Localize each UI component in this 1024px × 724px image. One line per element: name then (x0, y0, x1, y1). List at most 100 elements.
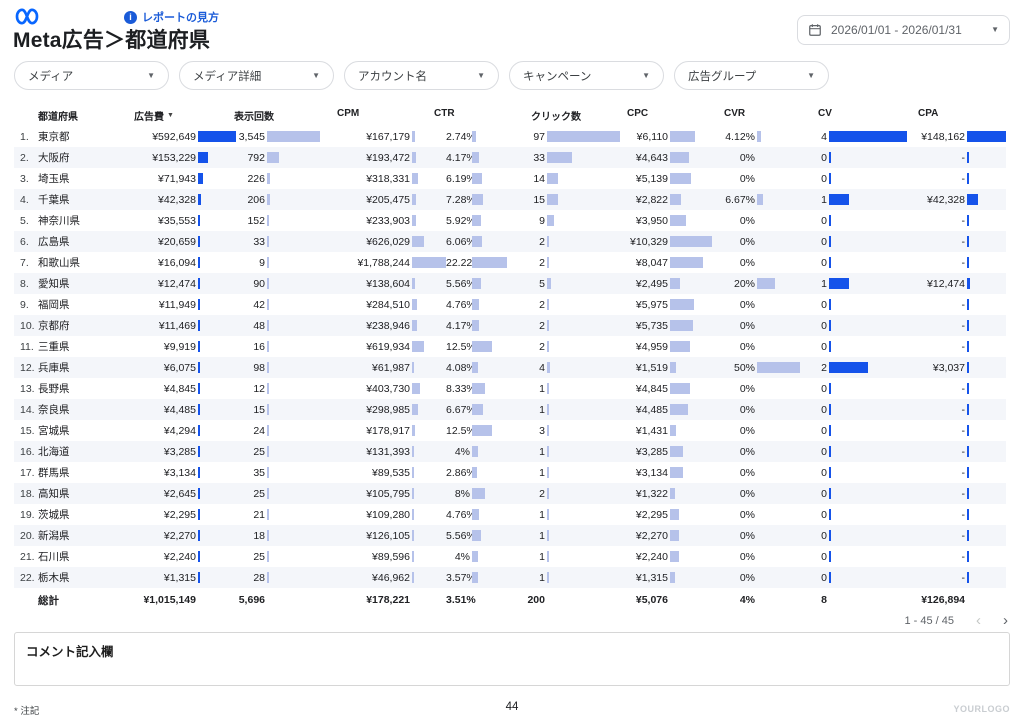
help-link-label: レポートの見方 (142, 9, 219, 25)
bar-zone (196, 546, 236, 567)
bar-zone (827, 504, 907, 525)
cell-cv: 8 (800, 590, 907, 611)
bar-zone (668, 567, 712, 588)
cell-value: 0 (800, 152, 827, 164)
table-row: 4.千葉県¥42,328206¥205,4757.28%15¥2,8226.67… (14, 189, 1006, 210)
report-help-link[interactable]: i レポートの見方 (124, 9, 219, 25)
row-rank: 12. (14, 362, 38, 374)
chevron-left-icon[interactable]: ‹ (976, 613, 981, 628)
col-header-impr[interactable]: 表示回数 (234, 108, 274, 123)
cell-spend: ¥71,943 (126, 168, 236, 189)
bar-zone (545, 273, 620, 294)
data-bar (829, 488, 831, 499)
col-header-cpa[interactable]: CPA (918, 108, 938, 119)
cell-value: 3.51% (446, 594, 470, 606)
row-rank: 2. (14, 152, 38, 164)
data-bar (829, 467, 831, 478)
cell-value: ¥1,519 (620, 362, 668, 374)
table-row: 3.埼玉県¥71,943226¥318,3316.19%14¥5,1390%0- (14, 168, 1006, 189)
chevron-down-icon: ▼ (147, 72, 155, 80)
cell-cpm: ¥318,331 (320, 168, 446, 189)
data-bar (829, 383, 831, 394)
row-rank: 1. (14, 131, 38, 143)
cell-value: 0 (800, 173, 827, 185)
col-header-cv[interactable]: CV (818, 108, 832, 119)
bar-zone (965, 462, 1006, 483)
cell-value: - (907, 173, 965, 185)
col-header-pref[interactable]: 都道府県 (38, 108, 78, 123)
cell-value: ¥178,221 (320, 594, 410, 606)
bar-zone (410, 357, 446, 378)
cell-value: 14 (507, 173, 545, 185)
data-bar (547, 152, 572, 163)
cell-value: ¥5,076 (620, 594, 668, 606)
filter-media-detail[interactable]: メディア詳細▼ (179, 61, 334, 90)
bar-zone (545, 546, 620, 567)
cell-value: 1 (507, 446, 545, 458)
col-header-clicks[interactable]: クリック数 (531, 108, 581, 123)
cell-spend: ¥592,649 (126, 126, 236, 147)
cell-value: ¥10,329 (620, 236, 668, 248)
data-bar (198, 278, 200, 289)
filter-account[interactable]: アカウント名▼ (344, 61, 499, 90)
cell-spend: ¥16,094 (126, 252, 236, 273)
bar-zone (196, 420, 236, 441)
bar-zone (410, 378, 446, 399)
bar-zone (196, 357, 236, 378)
cell-value: 2 (507, 488, 545, 500)
cell-value: ¥105,795 (320, 488, 410, 500)
filter-campaign[interactable]: キャンペーン▼ (509, 61, 664, 90)
data-bar (547, 215, 554, 226)
data-bar (547, 299, 549, 310)
comment-box[interactable]: コメント記入欄 (14, 632, 1010, 686)
cell-ctr: 6.19% (446, 168, 507, 189)
cell-cv: 0 (800, 336, 907, 357)
cell-value: 5,696 (236, 594, 265, 606)
cell-value: 0% (712, 236, 755, 248)
cell-value: - (907, 257, 965, 269)
cell-value: 0% (712, 530, 755, 542)
cell-clicks: 1 (507, 525, 620, 546)
cell-cpm: ¥109,280 (320, 504, 446, 525)
cell-value: 4.08% (446, 362, 470, 374)
cell-cpc: ¥1,519 (620, 357, 712, 378)
bar-zone (827, 483, 907, 504)
filter-adgroup[interactable]: 広告グループ▼ (674, 61, 829, 90)
bar-zone (965, 420, 1006, 441)
bar-zone (965, 168, 1006, 189)
cell-ctr: 12.5% (446, 336, 507, 357)
chevron-right-icon[interactable]: › (1003, 613, 1008, 628)
bar-zone (196, 252, 236, 273)
cell-value: ¥5,139 (620, 173, 668, 185)
filter-label: アカウント名 (358, 68, 427, 84)
cell-value: 25 (236, 446, 265, 458)
cell-value: 792 (236, 152, 265, 164)
cell-impr: 5,696 (236, 590, 320, 611)
data-bar (757, 131, 761, 142)
cell-value: 50% (712, 362, 755, 374)
data-bar (198, 152, 208, 163)
table-row: 9.福岡県¥11,94942¥284,5104.76%2¥5,9750%0- (14, 294, 1006, 315)
cell-cpa: - (907, 399, 1006, 420)
col-header-cpc[interactable]: CPC (627, 108, 648, 119)
data-bar (267, 488, 269, 499)
bar-zone (755, 590, 800, 611)
bar-zone (827, 590, 907, 611)
cell-cpm: ¥298,985 (320, 399, 446, 420)
cell-value: 226 (236, 173, 265, 185)
col-header-cpm[interactable]: CPM (337, 108, 359, 119)
cell-cpc: ¥6,110 (620, 126, 712, 147)
data-bar (198, 320, 200, 331)
cell-prefecture: 群馬県 (38, 465, 126, 480)
date-range-picker[interactable]: 2026/01/01 - 2026/01/31 ▼ (797, 15, 1010, 45)
cell-cv: 0 (800, 147, 907, 168)
cell-cv: 0 (800, 294, 907, 315)
col-header-ctr[interactable]: CTR (434, 108, 455, 119)
filter-media[interactable]: メディア▼ (14, 61, 169, 90)
cell-value: ¥1,322 (620, 488, 668, 500)
col-header-spend[interactable]: 広告費▼ (134, 108, 174, 123)
cell-value: 98 (236, 362, 265, 374)
col-header-cvr[interactable]: CVR (724, 108, 745, 119)
cell-cvr: 0% (712, 210, 800, 231)
cell-impr: 12 (236, 378, 320, 399)
